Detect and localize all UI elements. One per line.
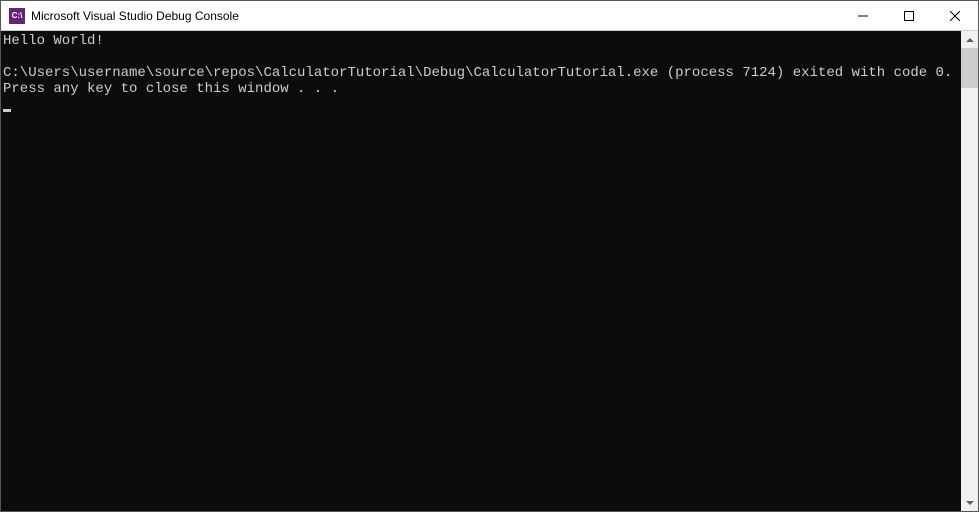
chevron-down-icon (966, 501, 974, 505)
console-line: C:\Users\username\source\repos\Calculato… (3, 65, 952, 81)
close-icon (950, 11, 960, 21)
window-controls (840, 1, 978, 30)
minimize-icon (858, 11, 868, 21)
content-area: Hello World! C:\Users\username\source\re… (1, 31, 978, 511)
scrollbar-up-button[interactable] (961, 31, 978, 48)
titlebar[interactable]: C:\ Microsoft Visual Studio Debug Consol… (1, 1, 978, 31)
window-title: Microsoft Visual Studio Debug Console (31, 9, 840, 23)
close-button[interactable] (932, 1, 978, 30)
minimize-button[interactable] (840, 1, 886, 30)
cursor (3, 109, 11, 112)
debug-console-window: C:\ Microsoft Visual Studio Debug Consol… (0, 0, 979, 512)
console-output[interactable]: Hello World! C:\Users\username\source\re… (1, 31, 961, 511)
scrollbar-down-button[interactable] (961, 494, 978, 511)
vertical-scrollbar[interactable] (961, 31, 978, 511)
chevron-up-icon (966, 38, 974, 42)
maximize-button[interactable] (886, 1, 932, 30)
maximize-icon (904, 11, 914, 21)
console-line: Hello World! (3, 33, 104, 49)
console-line: Press any key to close this window . . . (3, 81, 339, 97)
scrollbar-track[interactable] (961, 48, 978, 494)
scrollbar-thumb[interactable] (961, 48, 978, 88)
app-icon-text: C:\ (12, 11, 23, 20)
app-icon: C:\ (9, 8, 25, 24)
